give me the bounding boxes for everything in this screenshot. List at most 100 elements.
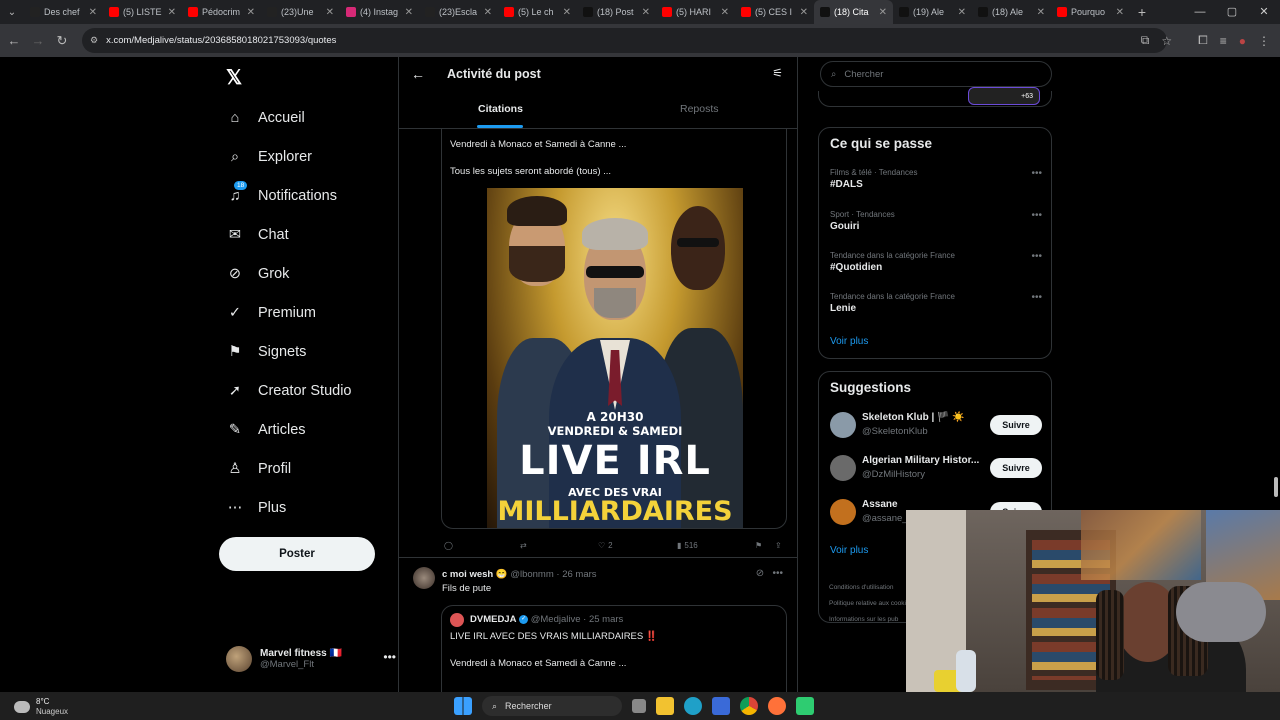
back-icon[interactable]: ←	[2, 33, 26, 48]
close-tab-icon[interactable]: ✕	[326, 7, 334, 18]
close-window-icon[interactable]: ✕	[1248, 0, 1280, 24]
post-image[interactable]: A 20H30 VENDREDI & SAMEDI LIVE IRL AVEC …	[487, 188, 743, 528]
tab-search-icon[interactable]: ⌄	[0, 0, 24, 24]
close-tab-icon[interactable]: ✕	[247, 7, 255, 18]
tab-citations[interactable]: Citations	[478, 103, 523, 115]
close-tab-icon[interactable]: ✕	[1116, 7, 1124, 18]
more-icon[interactable]: •••	[1031, 210, 1042, 221]
search-input[interactable]: ⌕ Chercher	[820, 61, 1052, 87]
more-icon[interactable]: •••	[383, 650, 396, 664]
reply-icon[interactable]: ◯	[444, 541, 453, 550]
browser-tab[interactable]: (23)Escla ✕	[419, 0, 498, 24]
suggestion-item[interactable]: Algerian Military Histor... @DzMilHistor…	[830, 453, 1042, 483]
edge-icon[interactable]	[684, 697, 702, 715]
more-icon[interactable]: •••	[1031, 251, 1042, 262]
close-tab-icon[interactable]: ✕	[721, 7, 729, 18]
close-tab-icon[interactable]: ✕	[879, 7, 887, 18]
browser-tab[interactable]: (5) Le ch ✕	[498, 0, 577, 24]
trend-item[interactable]: Films & télé · Tendances #DALS •••	[830, 168, 1042, 190]
new-tab-button[interactable]: +	[1130, 4, 1154, 20]
nav-item-grok[interactable]: ⊘ Grok	[226, 259, 290, 289]
like-button[interactable]: ♡ 2	[598, 541, 613, 550]
legal-link[interactable]: Conditions d'utilisation	[829, 584, 893, 591]
close-tab-icon[interactable]: ✕	[1037, 7, 1045, 18]
x-logo-icon[interactable]: 𝕏	[226, 65, 242, 90]
browser-tab[interactable]: (18) Cita ✕	[814, 0, 893, 24]
nav-item-chat[interactable]: ✉ Chat	[226, 220, 289, 250]
browser-tab[interactable]: (23)Une ✕	[261, 0, 340, 24]
taskbar-search[interactable]: ⌕ Rechercher	[482, 696, 622, 716]
page-scrollbar[interactable]	[1272, 57, 1280, 692]
live-avatars-pill[interactable]: +63	[968, 87, 1040, 105]
browser-tab[interactable]: Des chef ✕	[24, 0, 103, 24]
url-field[interactable]: ⚙ x.com/Medjalive/status/203685801802175…	[82, 28, 1167, 53]
suggestion-item[interactable]: Skeleton Klub | 🏴 ☀️ @SkeletonKlub Suivr…	[830, 410, 1042, 440]
menu-icon[interactable]: ⋮	[1258, 34, 1270, 48]
see-more-link[interactable]: Voir plus	[830, 336, 868, 347]
site-info-icon[interactable]: ⚙	[90, 35, 98, 46]
more-icon[interactable]: •••	[1031, 168, 1042, 179]
tab-reposts[interactable]: Reposts	[680, 103, 719, 115]
maximize-icon[interactable]: ▢	[1216, 0, 1248, 24]
close-tab-icon[interactable]: ✕	[563, 7, 571, 18]
scrollbar-thumb[interactable]	[1274, 477, 1278, 497]
store-icon[interactable]	[712, 697, 730, 715]
close-tab-icon[interactable]: ✕	[89, 7, 97, 18]
browser-tab[interactable]: (18) Ale ✕	[972, 0, 1051, 24]
browser-tab[interactable]: (5) LISTE ✕	[103, 0, 182, 24]
close-tab-icon[interactable]: ✕	[484, 7, 492, 18]
nav-item-premium[interactable]: ✓ Premium	[226, 298, 316, 328]
share-icon[interactable]: ⇪	[775, 541, 782, 550]
weather-widget[interactable]: 8°C Nuageux	[14, 697, 68, 717]
firefox-icon[interactable]	[768, 697, 786, 715]
nav-item-signets[interactable]: ⚑ Signets	[226, 337, 307, 367]
chrome-icon[interactable]	[740, 697, 758, 715]
trend-item[interactable]: Tendance dans la catégorie France Lenie …	[830, 292, 1042, 314]
windows-start-icon[interactable]	[454, 697, 472, 715]
close-tab-icon[interactable]: ✕	[800, 7, 808, 18]
trend-item[interactable]: Sport · Tendances Gouiri •••	[830, 210, 1042, 232]
follow-button[interactable]: Suivre	[990, 415, 1042, 435]
post-button[interactable]: Poster	[219, 537, 375, 571]
quoted-post-card[interactable]: DVMEDJA ✓ @Medjalive · 25 mars LIVE IRL …	[441, 605, 787, 692]
app-icon[interactable]	[796, 697, 814, 715]
nav-item-explorer[interactable]: ⌕ Explorer	[226, 142, 312, 172]
install-icon[interactable]: ⧉	[1141, 33, 1150, 48]
media-icon[interactable]: ≡	[1220, 34, 1227, 48]
more-icon[interactable]: •••	[1031, 292, 1042, 303]
reload-icon[interactable]: ↻	[50, 33, 74, 49]
extensions-icon[interactable]: ⧠	[1198, 33, 1208, 48]
account-switcher[interactable]: Marvel fitness 🇫🇷 @Marvel_Flt •••	[226, 642, 396, 676]
nav-item-profil[interactable]: ♙ Profil	[226, 454, 292, 484]
repost-icon[interactable]: ⇄	[520, 541, 527, 550]
browser-tab[interactable]: (18) Post ✕	[577, 0, 656, 24]
trend-item[interactable]: Tendance dans la catégorie France #Quoti…	[830, 251, 1042, 273]
browser-tab[interactable]: (5) CES I ✕	[735, 0, 814, 24]
settings-sliders-icon[interactable]: ⚟	[772, 66, 783, 80]
back-arrow-icon[interactable]: ←	[411, 66, 425, 82]
browser-tab[interactable]: (19) Ale ✕	[893, 0, 972, 24]
see-more-link[interactable]: Voir plus	[830, 545, 868, 556]
close-tab-icon[interactable]: ✕	[405, 7, 413, 18]
more-icon[interactable]: •••	[772, 568, 783, 579]
close-tab-icon[interactable]: ✕	[168, 7, 176, 18]
views-button[interactable]: ▮ 516	[677, 541, 698, 550]
close-tab-icon[interactable]: ✕	[642, 7, 650, 18]
grok-icon[interactable]: ⊘	[756, 568, 764, 579]
avatar[interactable]	[413, 567, 435, 589]
legal-link[interactable]: Politique relative aux cookies	[829, 600, 913, 607]
file-explorer-icon[interactable]	[656, 697, 674, 715]
star-icon[interactable]: ☆	[1161, 34, 1172, 48]
bookmark-icon[interactable]: ⚑	[755, 541, 762, 550]
nav-item-creator-studio[interactable]: ➚ Creator Studio	[226, 376, 352, 406]
profile-avatar-icon[interactable]: ●	[1239, 34, 1246, 48]
close-tab-icon[interactable]: ✕	[958, 7, 966, 18]
task-view-icon[interactable]	[632, 699, 646, 713]
follow-button[interactable]: Suivre	[990, 458, 1042, 478]
browser-tab[interactable]: Pourquo ✕	[1051, 0, 1130, 24]
legal-link[interactable]: Informations sur les pub	[829, 616, 898, 623]
nav-item-articles[interactable]: ✎ Articles	[226, 415, 306, 445]
browser-tab[interactable]: (4) Instag ✕	[340, 0, 419, 24]
browser-tab[interactable]: (5) HARI ✕	[656, 0, 735, 24]
forward-icon[interactable]: →	[26, 33, 50, 48]
